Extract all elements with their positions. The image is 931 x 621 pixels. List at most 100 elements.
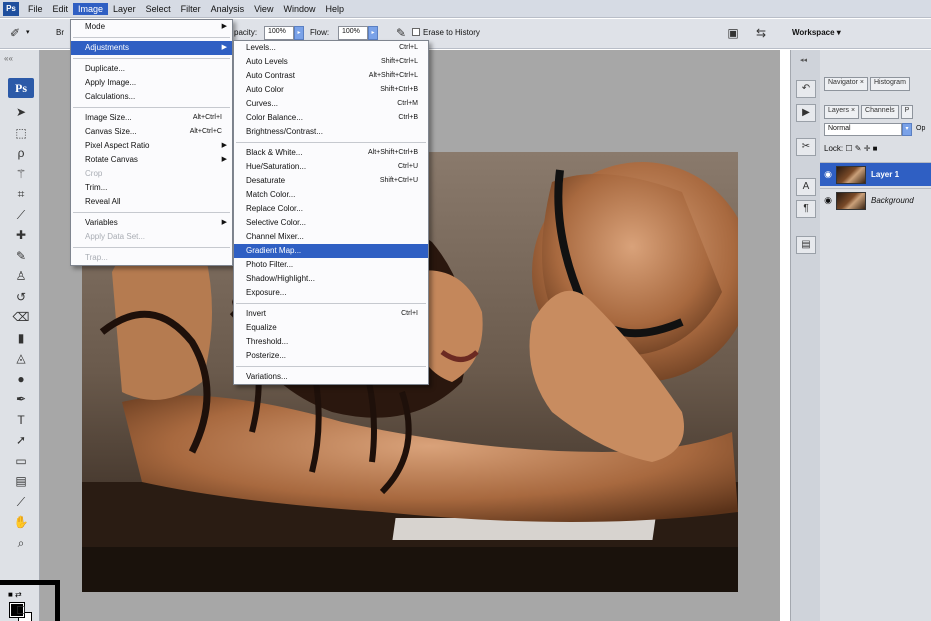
eyedropper-icon[interactable]: ⟋ <box>9 495 33 509</box>
panel-tab-p[interactable]: P <box>900 105 914 119</box>
blur-icon[interactable]: ◬ <box>9 351 33 365</box>
move-icon[interactable]: ➤ <box>9 105 33 119</box>
image-menu-item-variables[interactable]: Variables ▶ <box>71 216 232 230</box>
adjustments-item-shadow-highlight[interactable]: Shadow/Highlight... <box>234 272 428 286</box>
layer-comps-icon[interactable]: ▤ <box>796 236 816 254</box>
lock-image-icon[interactable]: ✎ <box>855 144 862 153</box>
preset-arrow-icon[interactable]: ▾ <box>26 28 30 36</box>
adjustments-item-auto-levels[interactable]: Auto Levels Shift+Ctrl+L <box>234 55 428 69</box>
panel-tab-histogram[interactable]: Histogram <box>870 77 910 91</box>
adjustments-item-photo-filter[interactable]: Photo Filter... <box>234 258 428 272</box>
flow-dropdown-icon[interactable]: ▸ <box>368 26 378 40</box>
image-menu-item-mode[interactable]: Mode ▶ <box>71 20 232 34</box>
visibility-eye-icon[interactable]: ◉ <box>820 169 836 180</box>
adjustments-item-invert[interactable]: Invert Ctrl+I <box>234 307 428 321</box>
adjustments-item-variations[interactable]: Variations... <box>234 370 428 384</box>
adjustments-item-exposure[interactable]: Exposure... <box>234 286 428 300</box>
tool-presets-icon[interactable]: ✂ <box>796 138 816 156</box>
workspace-menu[interactable]: Workspace ▾ <box>792 28 841 37</box>
adjustments-item-black-white[interactable]: Black & White... Alt+Shift+Ctrl+B <box>234 146 428 160</box>
adjustments-item-posterize[interactable]: Posterize... <box>234 349 428 363</box>
dock-collapse-icon[interactable]: ◂◂ <box>800 56 807 64</box>
menu-analysis[interactable]: Analysis <box>206 3 250 15</box>
adjustments-item-gradient-map[interactable]: Gradient Map... <box>234 244 428 258</box>
image-menu-item-rotate-canvas[interactable]: Rotate Canvas ▶ <box>71 153 232 167</box>
photoshop-app-icon[interactable]: Ps <box>3 1 19 16</box>
image-menu-item-calculations[interactable]: Calculations... <box>71 90 232 104</box>
adjustments-item-curves[interactable]: Curves... Ctrl+M <box>234 97 428 111</box>
adjustments-item-hue-saturation[interactable]: Hue/Saturation... Ctrl+U <box>234 160 428 174</box>
actions-panel-icon[interactable]: ▶ <box>796 104 816 122</box>
opacity-input[interactable]: 100% <box>264 26 294 40</box>
adjustments-item-auto-contrast[interactable]: Auto Contrast Alt+Shift+Ctrl+L <box>234 69 428 83</box>
adjustments-item-auto-color[interactable]: Auto Color Shift+Ctrl+B <box>234 83 428 97</box>
gradient-icon[interactable]: ▮ <box>9 331 33 345</box>
menu-image[interactable]: Image <box>73 2 109 15</box>
menu-filter[interactable]: Filter <box>176 3 206 15</box>
bridge-icon[interactable]: ⇆ <box>752 25 770 41</box>
panel-tab-channels[interactable]: Channels <box>861 105 899 119</box>
layer-row[interactable]: ◉ Background <box>820 188 931 212</box>
history-panel-icon[interactable]: ↶ <box>796 80 816 98</box>
adjustments-item-match-color[interactable]: Match Color... <box>234 188 428 202</box>
crop-icon[interactable]: ⌗ <box>9 187 33 201</box>
blend-mode-select[interactable]: Normal <box>824 123 902 136</box>
adjustments-item-levels[interactable]: Levels... Ctrl+L <box>234 41 428 55</box>
toolbox-collapse-icon[interactable]: «« <box>4 54 13 63</box>
menu-view[interactable]: View <box>249 3 278 15</box>
eraser-tool-preset-icon[interactable]: ✐ <box>6 25 24 41</box>
visibility-eye-icon[interactable]: ◉ <box>820 195 836 206</box>
zoom-icon[interactable]: ⌕ <box>9 536 33 550</box>
marquee-icon[interactable]: ⬚ <box>9 126 33 140</box>
image-menu-item-adjustments[interactable]: Adjustments ▶ <box>71 41 232 55</box>
image-menu-item-trim[interactable]: Trim... <box>71 181 232 195</box>
layer-row[interactable]: ◉ Layer 1 <box>820 162 931 186</box>
notes-icon[interactable]: ▤ <box>9 474 33 488</box>
image-menu-item-reveal-all[interactable]: Reveal All <box>71 195 232 209</box>
dodge-icon[interactable]: ● <box>9 372 33 386</box>
brush-icon[interactable]: ✎ <box>9 249 33 263</box>
adjustments-item-channel-mixer[interactable]: Channel Mixer... <box>234 230 428 244</box>
image-menu-item-pixel-aspect-ratio[interactable]: Pixel Aspect Ratio ▶ <box>71 139 232 153</box>
adjustments-item-desaturate[interactable]: Desaturate Shift+Ctrl+U <box>234 174 428 188</box>
adjustments-item-equalize[interactable]: Equalize <box>234 321 428 335</box>
history-brush-icon[interactable]: ↺ <box>9 290 33 304</box>
adjustments-item-selective-color[interactable]: Selective Color... <box>234 216 428 230</box>
adjustments-item-replace-color[interactable]: Replace Color... <box>234 202 428 216</box>
character-panel-icon[interactable]: A <box>796 178 816 196</box>
menu-window[interactable]: Window <box>278 3 320 15</box>
healing-brush-icon[interactable]: ✚ <box>9 228 33 242</box>
file-browser-icon[interactable]: ▣ <box>724 25 742 41</box>
adjustments-item-color-balance[interactable]: Color Balance... Ctrl+B <box>234 111 428 125</box>
lasso-icon[interactable]: ρ <box>9 146 33 160</box>
blend-mode-arrow-icon[interactable]: ▾ <box>902 123 912 136</box>
panel-tab-layers[interactable]: Layers × <box>824 105 860 119</box>
erase-to-history-checkbox[interactable] <box>412 28 420 36</box>
type-icon[interactable]: T <box>9 413 33 427</box>
eraser-icon[interactable]: ⌫ <box>9 310 33 324</box>
default-colors-icon[interactable]: ■ ⇄ <box>8 590 22 599</box>
adjustments-item-brightness-contrast[interactable]: Brightness/Contrast... <box>234 125 428 139</box>
image-menu-item-canvas-size[interactable]: Canvas Size... Alt+Ctrl+C <box>71 125 232 139</box>
menu-layer[interactable]: Layer <box>108 3 141 15</box>
menu-edit[interactable]: Edit <box>48 3 74 15</box>
pen-icon[interactable]: ✒ <box>9 392 33 406</box>
adjustments-item-threshold[interactable]: Threshold... <box>234 335 428 349</box>
magic-wand-icon[interactable]: ⚚ <box>9 167 33 181</box>
lock-position-icon[interactable]: ✛ <box>864 144 871 153</box>
flow-input[interactable]: 100% <box>338 26 368 40</box>
airbrush-icon[interactable]: ✎ <box>392 25 410 41</box>
paragraph-panel-icon[interactable]: ¶ <box>796 200 816 218</box>
menu-help[interactable]: Help <box>320 3 349 15</box>
slice-icon[interactable]: ⟋ <box>9 208 33 222</box>
image-menu-item-image-size[interactable]: Image Size... Alt+Ctrl+I <box>71 111 232 125</box>
panel-tab-navigator[interactable]: Navigator × <box>824 77 868 91</box>
lock-transparent-icon[interactable]: ☐ <box>845 144 852 153</box>
opacity-dropdown-icon[interactable]: ▸ <box>294 26 304 40</box>
hand-icon[interactable]: ✋ <box>9 515 33 529</box>
image-menu-item-duplicate[interactable]: Duplicate... <box>71 62 232 76</box>
menu-select[interactable]: Select <box>141 3 176 15</box>
image-menu-item-apply-image[interactable]: Apply Image... <box>71 76 232 90</box>
lock-all-icon[interactable]: ■ <box>873 144 878 153</box>
menu-file[interactable]: File <box>23 3 48 15</box>
